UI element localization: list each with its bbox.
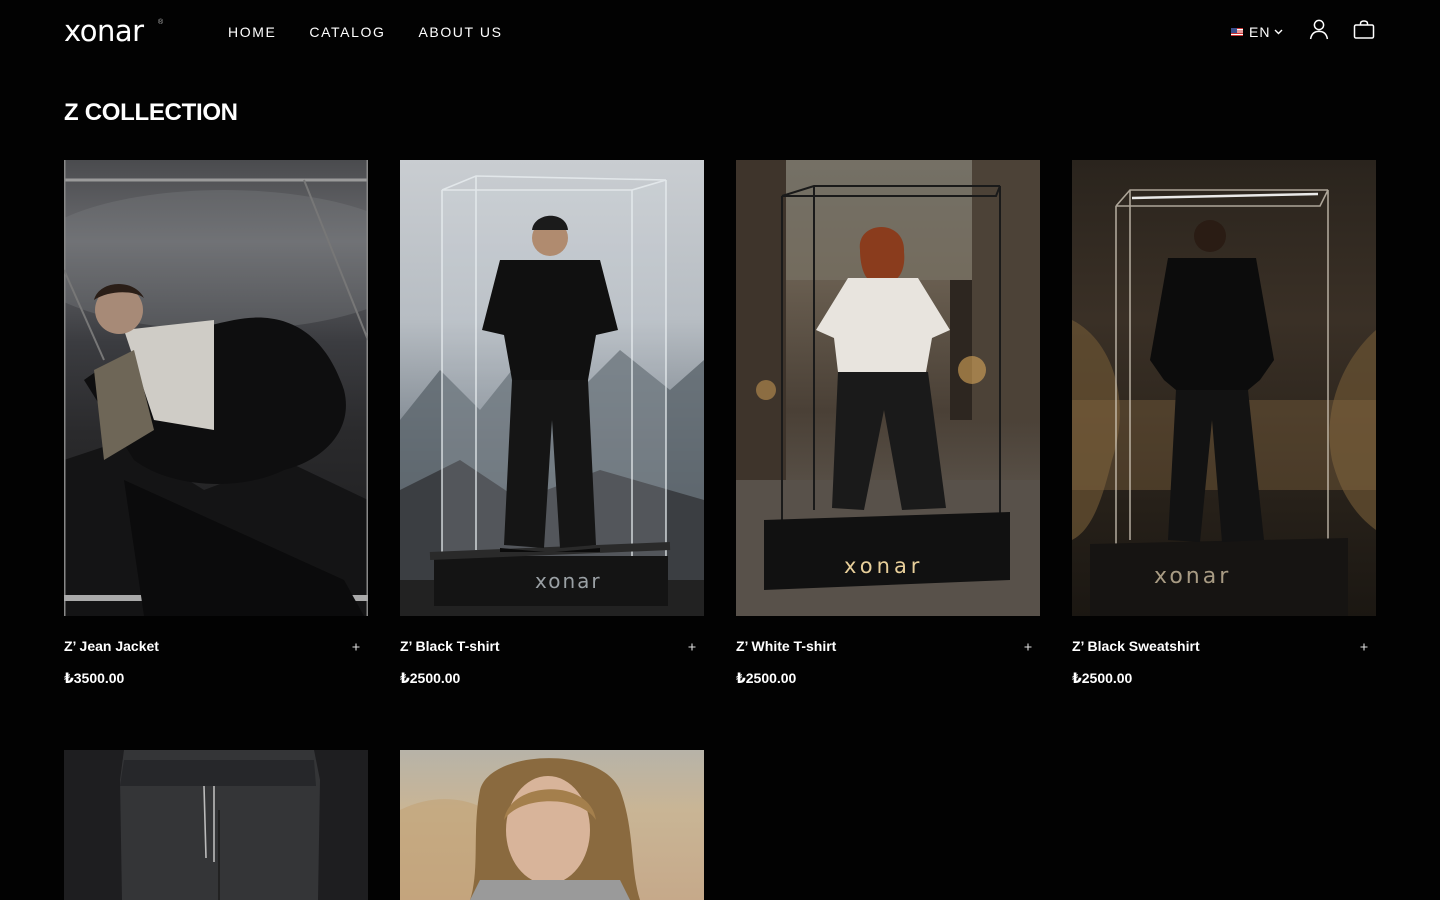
product-image[interactable] [64,750,368,900]
black-sweatshirt-photo [1072,189,1376,616]
plinth-logo: xonar [1154,564,1232,589]
plinth-logo: xonar [535,569,602,593]
white-tshirt-photo [736,160,1040,616]
product-price: ₺2500.00 [736,670,797,686]
main-nav: HOME CATALOG ABOUT US [228,22,536,42]
chevron-down-icon [1274,29,1283,35]
product-image[interactable]: xonar [1072,160,1376,616]
product-card[interactable]: xonar Z’ Black Sweatshirt ₺2500.00 [1072,160,1376,686]
product-price: ₺3500.00 [64,670,125,686]
product-card[interactable]: xonar Z’ White T-shirt ₺2500.00 [736,160,1040,686]
page-title: Z COLLECTION [64,99,238,126]
add-to-cart-plus-icon[interactable] [1358,641,1370,653]
jean-jacket-photo [64,160,368,616]
user-icon [1309,19,1329,40]
add-to-cart-plus-icon[interactable] [350,641,362,653]
shopping-bag-icon [1353,20,1375,39]
product-card[interactable]: xonar Z’ Black T-shirt ₺2500.00 [400,160,704,686]
black-tshirt-photo [400,175,704,616]
product-image[interactable]: xonar [400,160,704,616]
product-price: ₺2500.00 [1072,670,1133,686]
product-image[interactable] [400,750,704,900]
product-name[interactable]: Z’ Black Sweatshirt [1072,637,1200,655]
product-card[interactable]: Z’ Jean Jacket ₺3500.00 [64,160,368,686]
nav-catalog[interactable]: CATALOG [309,22,385,42]
portrait-photo [400,758,640,900]
cart-button[interactable] [1352,18,1376,42]
product-price: ₺2500.00 [400,670,461,686]
product-card[interactable] [400,750,704,900]
account-button[interactable] [1307,18,1331,42]
site-header: xonar ® HOME CATALOG ABOUT US EN [0,0,1440,64]
add-to-cart-plus-icon[interactable] [1022,641,1034,653]
product-name[interactable]: Z’ Black T-shirt [400,637,500,655]
product-name[interactable]: Z’ White T-shirt [736,637,836,655]
nav-about-us[interactable]: ABOUT US [418,22,502,42]
brand-logo[interactable]: xonar [64,14,144,48]
product-name[interactable]: Z’ Jean Jacket [64,637,159,655]
pants-photo [64,750,368,900]
language-selector[interactable]: EN [1231,22,1283,42]
product-image[interactable]: xonar [736,160,1040,616]
plinth-logo: xonar [844,554,924,578]
nav-home[interactable]: HOME [228,22,276,42]
product-image[interactable] [64,160,368,616]
registered-mark: ® [158,19,164,26]
product-card[interactable] [64,750,368,900]
add-to-cart-plus-icon[interactable] [686,641,698,653]
language-label: EN [1249,24,1271,40]
flag-icon [1231,28,1243,36]
